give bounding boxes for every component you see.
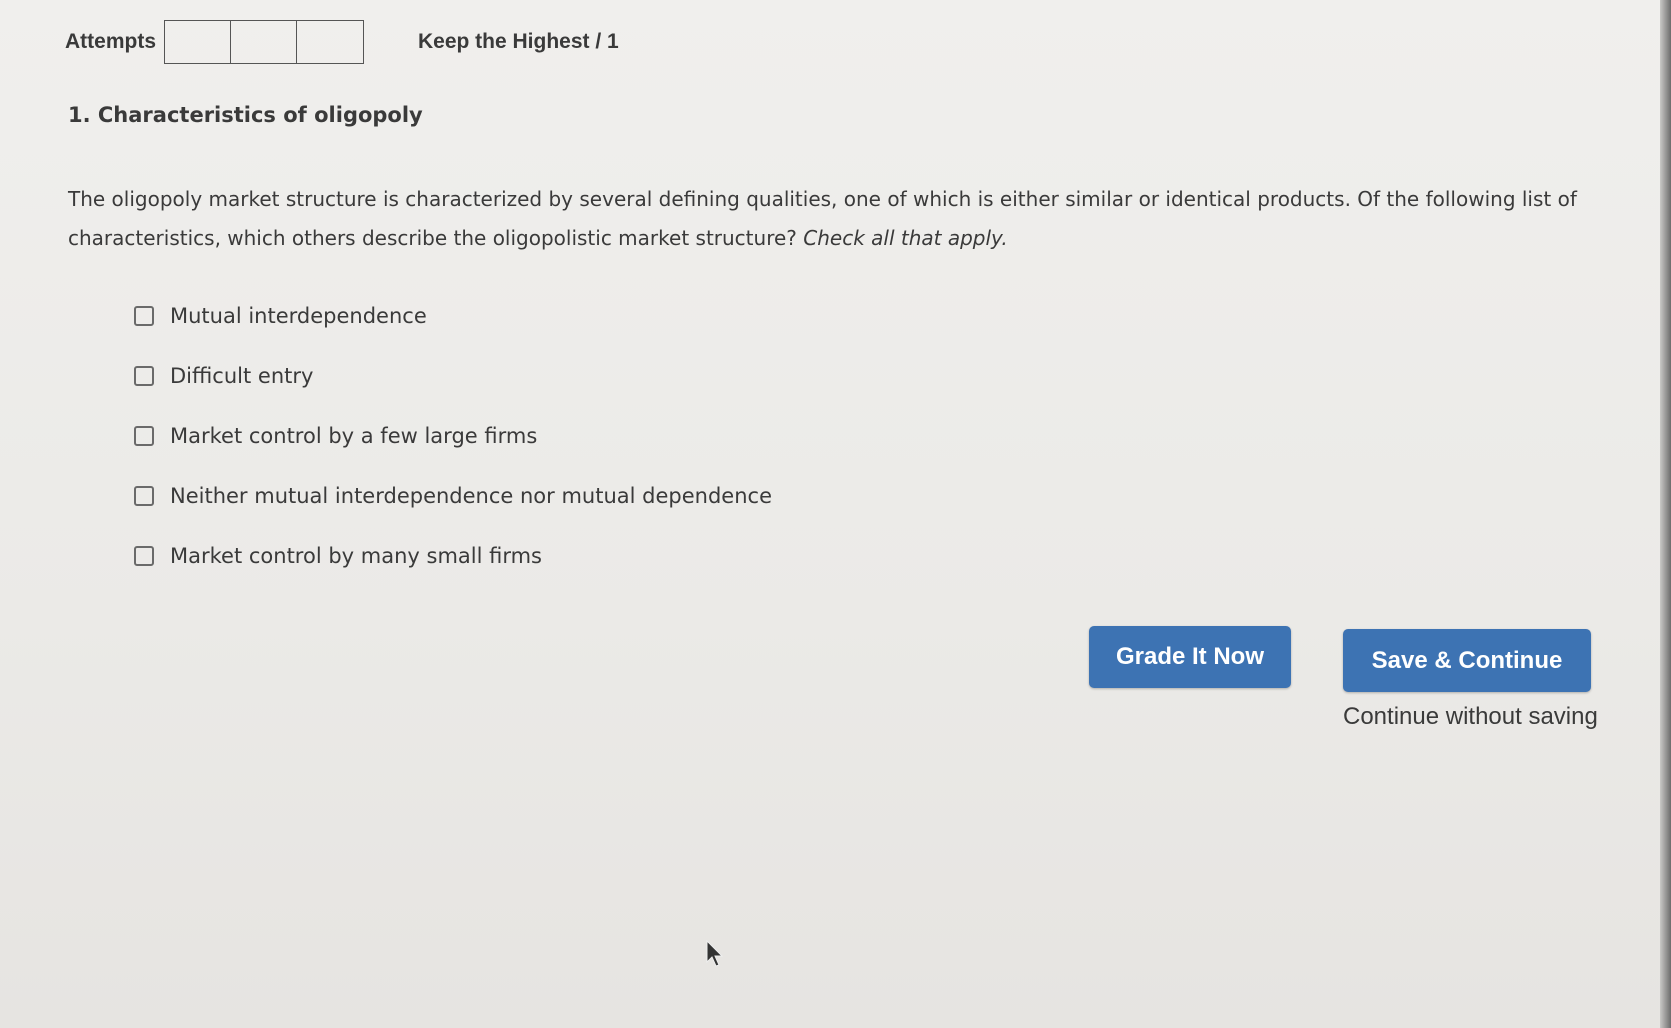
option-label: Neither mutual interdependence nor mutua…	[170, 484, 772, 508]
question-title: 1. Characteristics of oligopoly	[68, 103, 423, 127]
answer-options: Mutual interdependence Difficult entry M…	[134, 286, 772, 586]
attempts-label: Attempts	[65, 30, 157, 53]
page: Attempts Keep the Highest / 1 1. Charact…	[0, 0, 1660, 1028]
attempt-slot-3	[297, 21, 363, 63]
checkbox-icon[interactable]	[134, 546, 154, 566]
checkbox-icon[interactable]	[134, 306, 154, 326]
option-mutual-interdependence[interactable]: Mutual interdependence	[134, 286, 772, 346]
continue-without-saving-link[interactable]: Continue without saving	[1343, 703, 1598, 731]
question-prompt: The oligopoly market structure is charac…	[68, 180, 1628, 258]
attempt-boxes	[164, 20, 365, 64]
mouse-cursor-icon	[706, 940, 724, 967]
option-label: Mutual interdependence	[170, 304, 427, 328]
option-label: Difficult entry	[170, 364, 314, 388]
checkbox-icon[interactable]	[134, 486, 154, 506]
save-and-continue-button[interactable]: Save & Continue	[1343, 629, 1591, 692]
option-label: Market control by a few large firms	[170, 424, 538, 448]
checkbox-icon[interactable]	[134, 426, 154, 446]
grade-it-now-button[interactable]: Grade It Now	[1089, 626, 1291, 688]
option-neither-interdependence[interactable]: Neither mutual interdependence nor mutua…	[134, 466, 772, 526]
attempt-slot-2	[231, 21, 298, 63]
checkbox-icon[interactable]	[134, 366, 154, 386]
option-label: Market control by many small firms	[170, 544, 543, 568]
attempts-row: Attempts	[65, 20, 365, 64]
option-few-large-firms[interactable]: Market control by a few large firms	[134, 406, 772, 466]
screen-edge	[1660, 0, 1671, 1028]
prompt-instruction: Check all that apply.	[803, 226, 1008, 250]
grading-policy-label: Keep the Highest / 1	[418, 30, 619, 53]
attempt-slot-1	[165, 21, 232, 63]
option-many-small-firms[interactable]: Market control by many small firms	[134, 526, 772, 586]
option-difficult-entry[interactable]: Difficult entry	[134, 346, 772, 406]
